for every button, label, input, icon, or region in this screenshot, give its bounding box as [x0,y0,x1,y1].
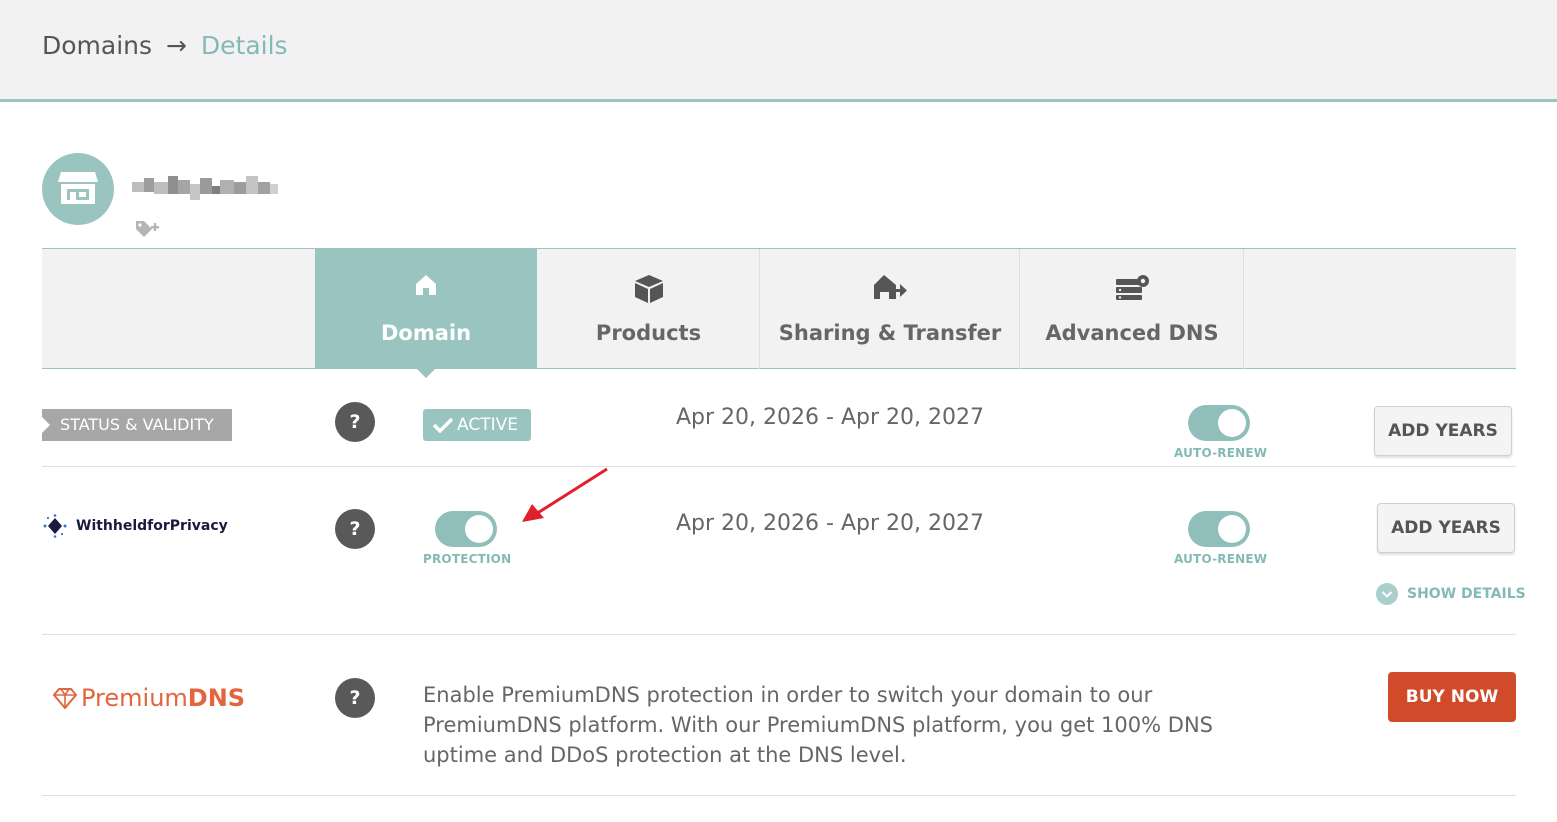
breadcrumb-current: Details [200,31,288,60]
tab-advanced-dns[interactable]: Advanced DNS [1021,249,1244,369]
domain-autorenew-toggle[interactable] [1188,405,1250,441]
box-icon [634,275,663,303]
toggle-knob [1218,515,1246,543]
tab-sharing-transfer-label: Sharing & Transfer [778,321,1002,345]
privacy-dates: Apr 20, 2026 - Apr 20, 2027 [676,511,984,536]
domain-autorenew-caption: AUTO-RENEW [1174,446,1268,460]
tab-domain[interactable]: Domain [315,249,537,378]
privacy-autorenew-caption: AUTO-RENEW [1174,552,1268,566]
checkmark-icon [433,417,453,433]
tag-add-icon[interactable] [134,219,160,239]
buy-now-button[interactable]: BUY NOW [1388,672,1516,722]
premiumdns-logo: PremiumDNS [53,684,245,712]
status-help-button[interactable]: ? [335,402,375,442]
house-transfer-icon [874,275,907,299]
row-divider [42,795,1516,796]
diamond-icon [53,688,77,709]
tab-products[interactable]: Products [538,249,760,369]
toggle-knob [465,515,493,543]
premiumdns-text: PremiumDNS [81,684,246,712]
withheldforprivacy-text: WithheldforPrivacy [76,518,228,534]
privacy-protection-toggle[interactable] [435,511,497,547]
tab-products-label: Products [595,321,702,345]
breadcrumb-domains-link[interactable]: Domains [42,31,152,60]
row-divider [42,634,1516,635]
withheldforprivacy-logo: WithheldforPrivacy [42,514,228,538]
show-details-link[interactable]: SHOW DETAILS [1376,583,1526,605]
breadcrumb-separator: → [166,31,187,60]
storefront-icon [58,172,98,204]
privacy-add-years-button[interactable]: ADD YEARS [1377,503,1515,553]
tab-sharing-transfer[interactable]: Sharing & Transfer [761,249,1020,369]
premiumdns-help-button[interactable]: ? [335,678,375,718]
domain-name-blurred [132,176,278,200]
domain-add-years-button[interactable]: ADD YEARS [1374,406,1512,456]
privacy-help-button[interactable]: ? [335,509,375,549]
privacy-protection-caption: PROTECTION [423,552,512,566]
home-icon [416,275,436,295]
tab-advanced-dns-label: Advanced DNS [1045,321,1219,345]
active-status-text: ACTIVE [457,415,518,435]
row-divider [42,466,1516,467]
domain-tabs: Domain Products Sharing & Transfer Advan… [42,248,1516,378]
toggle-knob [1218,409,1246,437]
domain-avatar [42,153,114,225]
active-status-badge: ACTIVE [423,409,531,441]
registration-dates: Apr 20, 2026 - Apr 20, 2027 [676,405,984,430]
chevron-down-icon [1376,583,1398,605]
page-header: Domains → Details [0,0,1557,102]
annotation-arrow-icon [522,467,608,522]
privacy-diamond-icon [43,514,67,538]
status-validity-label: STATUS & VALIDITY [42,409,232,441]
tab-domain-label: Domain [380,321,472,345]
show-details-label: SHOW DETAILS [1407,586,1526,602]
server-gear-icon [1116,275,1149,300]
premiumdns-description: Enable PremiumDNS protection in order to… [423,683,1213,767]
breadcrumb: Domains → Details [42,31,288,60]
privacy-autorenew-toggle[interactable] [1188,511,1250,547]
